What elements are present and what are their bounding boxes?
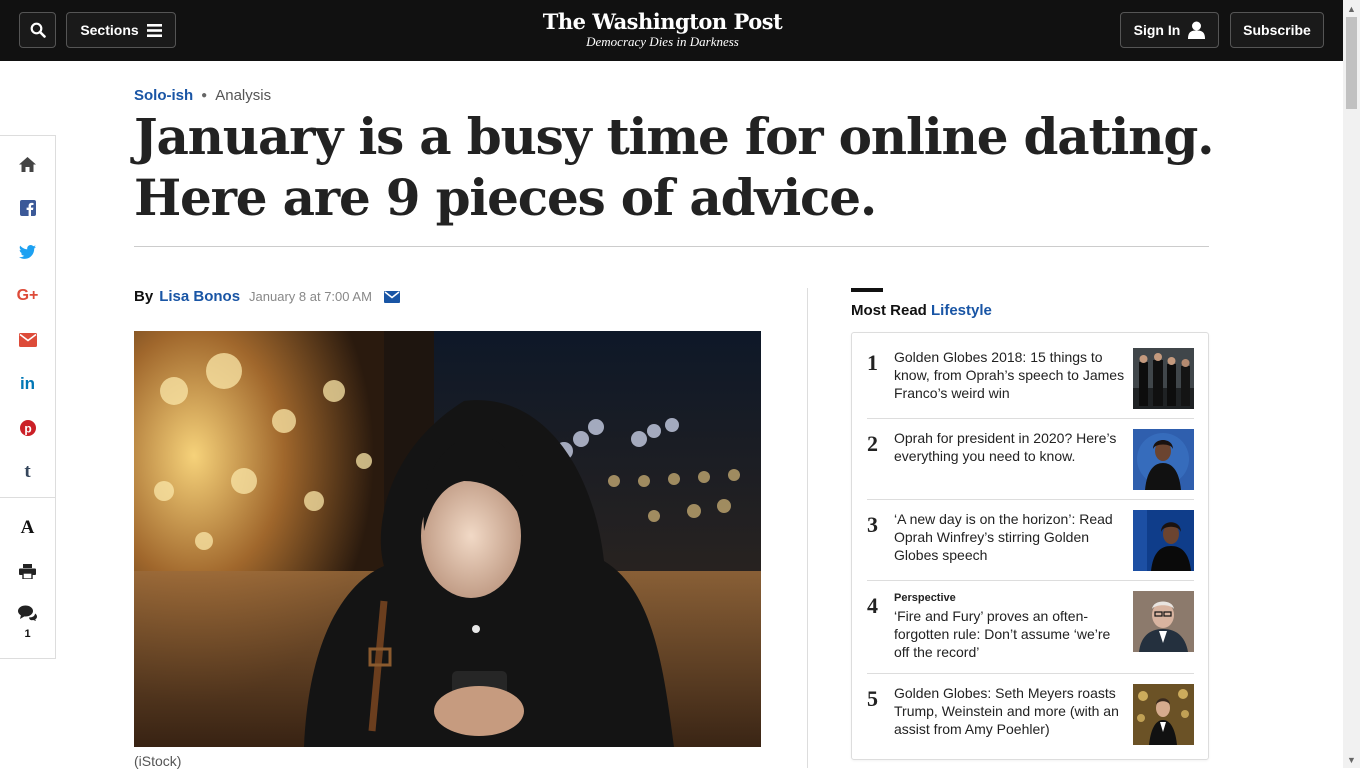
share-pinterest-button[interactable]: p [0, 413, 55, 443]
item-kicker: Perspective [894, 592, 956, 604]
search-icon [30, 22, 46, 38]
most-read-title: Most Read [851, 302, 927, 319]
article-lead-image[interactable] [134, 331, 761, 747]
most-read-section-link[interactable]: Lifestyle [931, 302, 992, 319]
item-thumbnail[interactable] [1133, 684, 1194, 745]
search-button[interactable] [19, 12, 56, 48]
print-button[interactable] [0, 556, 55, 586]
site-logo[interactable]: The Washington Post Democracy Dies in Da… [530, 9, 795, 49]
publish-date: January 8 at 7:00 AM [249, 289, 372, 304]
email-icon [18, 333, 37, 347]
google-plus-icon: G+ [16, 287, 39, 304]
item-headline-block[interactable]: Perspective ‘Fire and Fury’ proves an of… [894, 591, 1129, 661]
column-divider [807, 288, 808, 768]
rail-divider [0, 497, 55, 498]
svg-text:p: p [24, 421, 31, 435]
item-thumbnail[interactable] [1133, 429, 1194, 490]
most-read-item[interactable]: 2 Oprah for president in 2020? Here’s ev… [867, 429, 1194, 490]
comment-count[interactable]: 1 [0, 628, 55, 640]
article-headline: January is a busy time for online dating… [134, 107, 1214, 227]
share-rail: G+ in p t A 1 [0, 135, 56, 659]
font-size-button[interactable]: A [0, 513, 55, 543]
byline: By Lisa Bonos January 8 at 7:00 AM [134, 288, 400, 305]
thumbnail-seth-meyers [1133, 684, 1194, 745]
most-read-list: 1 Golden Globes 2018: 15 things to know,… [851, 332, 1209, 760]
share-google-plus-button[interactable]: G+ [0, 281, 55, 311]
share-twitter-button[interactable] [0, 237, 55, 267]
print-icon [19, 563, 36, 579]
most-read-item[interactable]: 1 Golden Globes 2018: 15 things to know,… [867, 348, 1194, 409]
thumbnail-michael-wolff [1133, 591, 1194, 652]
photo-woman-with-phone [134, 331, 761, 747]
sections-button[interactable]: Sections [66, 12, 176, 48]
top-navigation-bar: Sections The Washington Post Democracy D… [0, 0, 1343, 61]
subscribe-button[interactable]: Subscribe [1230, 12, 1324, 48]
thumbnail-oprah-globes [1133, 510, 1194, 571]
list-separator [867, 673, 1194, 674]
headline-divider [134, 246, 1209, 247]
subscribe-label: Subscribe [1243, 22, 1311, 38]
tumblr-icon: t [24, 461, 31, 482]
user-icon [1188, 21, 1206, 39]
most-read-heading: Most Read Lifestyle [851, 302, 992, 319]
list-separator [867, 418, 1194, 419]
most-read-item[interactable]: 3 ‘A new day is on the horizon’: Read Op… [867, 510, 1194, 571]
sign-in-label: Sign In [1133, 22, 1181, 38]
share-email-button[interactable] [0, 325, 55, 355]
home-icon [19, 156, 36, 172]
hamburger-menu-icon [146, 23, 162, 37]
item-headline[interactable]: Golden Globes 2018: 15 things to know, f… [894, 348, 1129, 402]
most-read-item[interactable]: 4 Perspective ‘Fire and Fury’ proves an … [867, 591, 1194, 664]
most-read-accent-bar [851, 288, 883, 292]
share-linkedin-button[interactable]: in [0, 369, 55, 399]
scrollbar-thumb[interactable] [1346, 17, 1357, 109]
list-separator [867, 499, 1194, 500]
comments-button[interactable] [0, 600, 55, 626]
font-size-icon: A [20, 517, 35, 538]
comments-icon [18, 605, 37, 621]
item-rank: 2 [867, 431, 878, 456]
home-button[interactable] [0, 149, 55, 179]
sign-in-button[interactable]: Sign In [1120, 12, 1219, 48]
item-rank: 5 [867, 686, 878, 711]
list-separator [867, 580, 1194, 581]
item-headline[interactable]: Golden Globes: Seth Meyers roasts Trump,… [894, 684, 1129, 738]
item-thumbnail[interactable] [1133, 591, 1194, 652]
sections-label: Sections [80, 22, 139, 38]
envelope-icon [383, 290, 400, 303]
kicker-separator: ● [201, 90, 208, 101]
item-rank: 3 [867, 512, 878, 537]
item-rank: 4 [867, 593, 878, 618]
author-link[interactable]: Lisa Bonos [159, 288, 240, 305]
brand-name: The Washington Post [542, 9, 783, 34]
brand-tagline: Democracy Dies in Darkness [586, 34, 739, 49]
linkedin-icon: in [19, 374, 36, 393]
item-thumbnail[interactable] [1133, 348, 1194, 409]
most-read-item[interactable]: 5 Golden Globes: Seth Meyers roasts Trum… [867, 684, 1194, 745]
item-thumbnail[interactable] [1133, 510, 1194, 571]
section-link[interactable]: Solo-ish [134, 87, 193, 104]
thumbnail-oprah-speech [1133, 429, 1194, 490]
thumbnail-golden-globes-stage [1133, 348, 1194, 409]
facebook-icon [19, 200, 36, 216]
twitter-icon [19, 245, 36, 259]
article-type-label: Analysis [215, 87, 272, 104]
byline-prefix: By [134, 288, 154, 305]
pinterest-icon: p [19, 420, 36, 436]
item-headline[interactable]: Oprah for president in 2020? Here’s ever… [894, 429, 1129, 465]
item-headline[interactable]: ‘A new day is on the horizon’: Read Opra… [894, 510, 1129, 564]
scroll-up-arrow[interactable]: ▲ [1343, 0, 1360, 17]
item-headline[interactable]: ‘Fire and Fury’ proves an often-forgotte… [894, 608, 1110, 660]
share-facebook-button[interactable] [0, 193, 55, 223]
page-scrollbar[interactable]: ▲ ▼ [1343, 0, 1360, 768]
share-tumblr-button[interactable]: t [0, 457, 55, 487]
article-kicker: Solo-ish ● Analysis [134, 87, 271, 104]
email-author-button[interactable] [383, 290, 400, 303]
item-rank: 1 [867, 350, 878, 375]
scroll-down-arrow[interactable]: ▼ [1343, 751, 1360, 768]
image-caption: (iStock) [134, 753, 182, 769]
